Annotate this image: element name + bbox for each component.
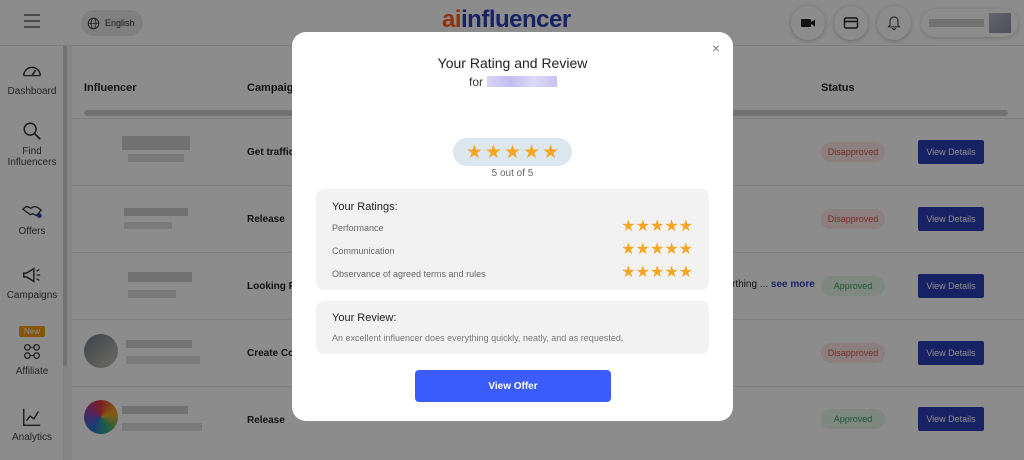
view-offer-button[interactable]: View Offer — [415, 370, 611, 402]
star-icon: ★ — [542, 141, 560, 163]
overall-rating-stars: ★ ★ ★ ★ ★ — [453, 138, 572, 166]
rating-row-observance: Observance of agreed terms and rules ★★★… — [332, 265, 693, 281]
rating-row-performance: Performance ★★★★★ — [332, 219, 693, 235]
for-label: for — [469, 75, 484, 89]
review-text: An excellent influencer does everything … — [332, 333, 624, 343]
star-icon: ★★★★★ — [621, 264, 693, 281]
rating-review-modal: × Your Rating and Review for ★ ★ ★ ★ ★ 5… — [292, 32, 733, 421]
star-icon: ★★★★★ — [621, 218, 693, 235]
star-icon: ★★★★★ — [621, 241, 693, 258]
rating-label: Communication — [332, 246, 395, 256]
rating-label: Observance of agreed terms and rules — [332, 269, 486, 279]
star-icon: ★ — [465, 141, 483, 163]
modal-title: Your Rating and Review — [437, 55, 588, 71]
rating-label: Performance — [332, 223, 384, 233]
close-icon[interactable]: × — [712, 41, 720, 55]
star-icon: ★ — [484, 141, 502, 163]
rating-out-of-text: 5 out of 5 — [491, 168, 534, 179]
ratings-title: Your Ratings: — [332, 201, 398, 213]
star-icon: ★ — [503, 141, 522, 163]
review-panel: Your Review: An excellent influencer doe… — [316, 301, 709, 354]
reviewed-name-redacted — [487, 76, 557, 87]
review-title: Your Review: — [332, 312, 397, 324]
star-icon: ★ — [523, 141, 541, 163]
ratings-panel: Your Ratings: Performance ★★★★★ Communic… — [316, 189, 709, 290]
rating-row-communication: Communication ★★★★★ — [332, 242, 693, 258]
